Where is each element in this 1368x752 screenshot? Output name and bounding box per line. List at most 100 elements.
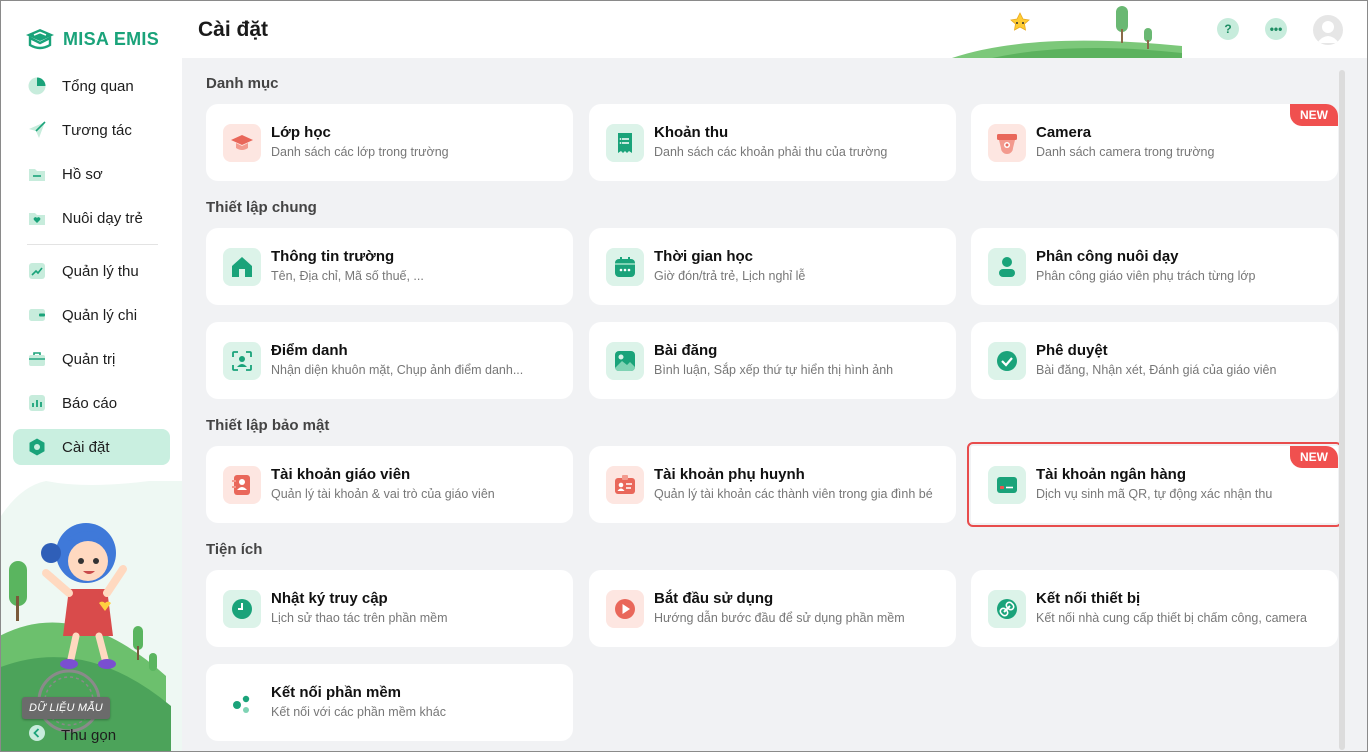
collapse-label: Thu gọn bbox=[61, 727, 117, 744]
card-title: Tài khoản ngân hàng bbox=[1036, 466, 1187, 483]
card-description: Bình luận, Sắp xếp thứ tự hiển thị hình … bbox=[654, 363, 894, 377]
card-device-connect[interactable]: Kết nối thiết bị Kết nối nhà cung cấp th… bbox=[971, 570, 1338, 647]
card-title: Bắt đầu sử dụng bbox=[654, 590, 774, 607]
card-title: Kết nối thiết bị bbox=[1036, 590, 1141, 607]
card-description: Giờ đón/trả trẻ, Lịch nghỉ lễ bbox=[654, 269, 806, 283]
card-description: Danh sách các khoản phải thu của trường bbox=[654, 145, 888, 159]
misa-logo-icon bbox=[26, 29, 54, 50]
card-teacher-account[interactable]: Tài khoản giáo viên Quản lý tài khoản & … bbox=[206, 446, 573, 523]
card-description: Tên, Địa chỉ, Mã số thuế, ... bbox=[271, 269, 424, 283]
card-approval[interactable]: Phê duyệt Bài đăng, Nhận xét, Đánh giá c… bbox=[971, 322, 1338, 399]
home-icon bbox=[223, 248, 261, 286]
card-class[interactable]: Lớp học Danh sách các lớp trong trường bbox=[206, 104, 573, 181]
sidebar-item-label: Quản lý thu bbox=[62, 262, 139, 280]
sidebar-item-label: Quản trị bbox=[62, 350, 116, 368]
settings-content: Danh mục Lớp học Danh sách các lớp trong… bbox=[182, 58, 1367, 751]
card-study-time[interactable]: Thời gian học Giờ đón/trả trẻ, Lịch nghỉ… bbox=[589, 228, 956, 305]
section-title-general: Thiết lập chung bbox=[206, 199, 317, 216]
sidebar-item-report[interactable]: Báo cáo bbox=[13, 385, 170, 421]
card-title: Phân công nuôi dạy bbox=[1036, 248, 1179, 265]
sidebar-item-label: Tổng quan bbox=[62, 77, 134, 95]
card-title: Điểm danh bbox=[271, 342, 348, 359]
card-title: Bài đăng bbox=[654, 342, 718, 359]
card-title: Camera bbox=[1036, 124, 1092, 141]
card-description: Quản lý tài khoản & vai trò của giáo viê… bbox=[271, 487, 495, 501]
card-software-connect[interactable]: Kết nối phần mềm Kết nối với các phần mề… bbox=[206, 664, 573, 741]
sidebar-item-admin[interactable]: Quản trị bbox=[13, 341, 170, 377]
card-title: Tài khoản giáo viên bbox=[271, 466, 411, 483]
card-camera[interactable]: Camera Danh sách camera trong trường NEW bbox=[971, 104, 1338, 181]
section-title-security: Thiết lập bảo mật bbox=[206, 417, 330, 434]
sidebar-item-interaction[interactable]: Tương tác bbox=[13, 112, 170, 148]
card-description: Danh sách camera trong trường bbox=[1036, 145, 1215, 159]
wallet-icon bbox=[26, 304, 48, 326]
send-icon bbox=[26, 119, 48, 141]
sidebar-item-profile[interactable]: Hồ sơ bbox=[13, 156, 170, 192]
top-header: Cài đặt ? ••• bbox=[182, 1, 1367, 58]
pie-chart-icon bbox=[26, 75, 48, 97]
more-options-icon[interactable]: ••• bbox=[1265, 18, 1287, 40]
card-attendance[interactable]: Điểm danh Nhận diện khuôn mặt, Chụp ảnh … bbox=[206, 322, 573, 399]
card-bank-account[interactable]: Tài khoản ngân hàng Dịch vụ sinh mã QR, … bbox=[967, 442, 1342, 527]
new-badge: NEW bbox=[1290, 104, 1338, 126]
bar-chart-icon bbox=[26, 392, 48, 414]
section-title-catalog: Danh mục bbox=[206, 75, 279, 92]
card-description: Lịch sử thao tác trên phần mềm bbox=[271, 611, 448, 625]
sidebar-item-label: Cài đặt bbox=[62, 438, 110, 456]
card-assignment[interactable]: Phân công nuôi dạy Phân công giáo viên p… bbox=[971, 228, 1338, 305]
card-title: Thông tin trường bbox=[271, 248, 395, 265]
card-description: Bài đăng, Nhận xét, Đánh giá của giáo vi… bbox=[1036, 363, 1277, 377]
calendar-icon bbox=[606, 248, 644, 286]
new-badge: NEW bbox=[1290, 446, 1338, 468]
sidebar-item-label: Hồ sơ bbox=[62, 165, 103, 183]
trend-up-icon bbox=[26, 260, 48, 282]
card-post[interactable]: Bài đăng Bình luận, Sắp xếp thứ tự hiển … bbox=[589, 322, 956, 399]
header-illustration bbox=[952, 6, 1182, 58]
receipt-icon bbox=[606, 124, 644, 162]
sidebar-item-overview[interactable]: Tổng quan bbox=[13, 68, 170, 104]
heart-folder-icon bbox=[26, 207, 48, 229]
person-icon bbox=[988, 248, 1026, 286]
card-fee[interactable]: Khoản thu Danh sách các khoản phải thu c… bbox=[589, 104, 956, 181]
app-window: MISA EMIS Tổng quan Tương tác Hồ sơ Nuôi… bbox=[0, 0, 1368, 752]
card-description: Quản lý tài khoản các thành viên trong g… bbox=[654, 487, 933, 501]
card-get-started[interactable]: Bắt đầu sử dụng Hướng dẫn bước đầu để sử… bbox=[589, 570, 956, 647]
section-title-utilities: Tiện ích bbox=[206, 541, 263, 558]
collapse-sidebar-button[interactable]: Thu gọn bbox=[27, 723, 116, 748]
dots-connect-icon bbox=[223, 684, 261, 722]
card-description: Hướng dẫn bước đầu để sử dụng phần mềm bbox=[654, 611, 905, 625]
sidebar: MISA EMIS Tổng quan Tương tác Hồ sơ Nuôi… bbox=[1, 1, 182, 751]
id-card-icon bbox=[606, 466, 644, 504]
card-title: Thời gian học bbox=[654, 248, 753, 265]
card-description: Kết nối nhà cung cấp thiết bị chấm công,… bbox=[1036, 611, 1307, 625]
content-scrollbar[interactable] bbox=[1339, 70, 1345, 750]
graduation-cap-icon bbox=[223, 124, 261, 162]
sidebar-item-label: Quản lý chi bbox=[62, 306, 138, 324]
sidebar-item-label: Nuôi dạy trẻ bbox=[62, 209, 143, 227]
sidebar-item-revenue[interactable]: Quản lý thu bbox=[13, 253, 170, 289]
card-access-log[interactable]: Nhật ký truy cập Lịch sử thao tác trên p… bbox=[206, 570, 573, 647]
logo[interactable]: MISA EMIS bbox=[23, 25, 159, 53]
sidebar-item-settings[interactable]: Cài đặt bbox=[13, 429, 170, 465]
card-title: Nhật ký truy cập bbox=[271, 590, 388, 607]
card-parent-account[interactable]: Tài khoản phụ huynh Quản lý tài khoản cá… bbox=[589, 446, 956, 523]
card-title: Phê duyệt bbox=[1036, 342, 1108, 359]
card-title: Lớp học bbox=[271, 124, 331, 141]
card-title: Tài khoản phụ huynh bbox=[654, 466, 805, 483]
page-title: Cài đặt bbox=[198, 18, 269, 41]
card-description: Phân công giáo viên phụ trách từng lớp bbox=[1036, 269, 1256, 283]
sidebar-item-label: Tương tác bbox=[62, 121, 132, 139]
help-icon[interactable]: ? bbox=[1217, 18, 1239, 40]
teacher-book-icon bbox=[223, 466, 261, 504]
logo-text: MISA EMIS bbox=[63, 28, 160, 49]
image-icon bbox=[606, 342, 644, 380]
sidebar-item-label: Báo cáo bbox=[62, 394, 118, 412]
face-scan-icon bbox=[223, 342, 261, 380]
sidebar-divider bbox=[27, 244, 158, 245]
sidebar-item-childcare[interactable]: Nuôi dạy trẻ bbox=[13, 200, 170, 236]
user-avatar[interactable] bbox=[1313, 15, 1343, 45]
card-school-info[interactable]: Thông tin trường Tên, Địa chỉ, Mã số thu… bbox=[206, 228, 573, 305]
card-title: Khoản thu bbox=[654, 124, 729, 141]
sidebar-item-expense[interactable]: Quản lý chi bbox=[13, 297, 170, 333]
clock-icon bbox=[223, 590, 261, 628]
